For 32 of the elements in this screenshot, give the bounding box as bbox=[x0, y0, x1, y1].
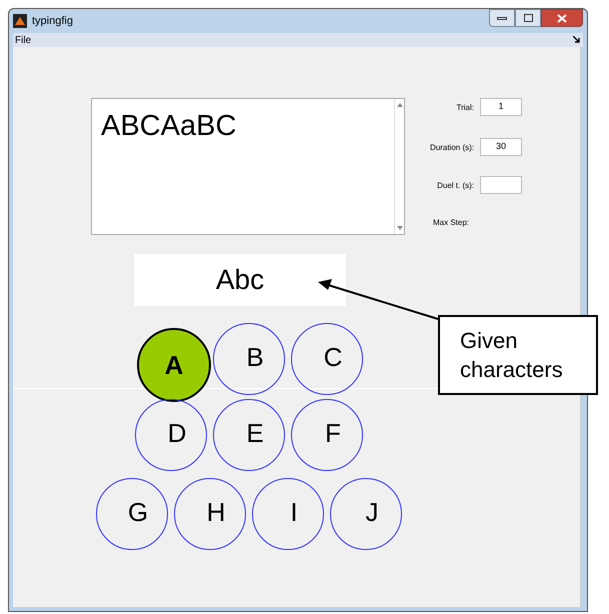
menu-item[interactable]: File bbox=[15, 32, 32, 48]
key-button[interactable]: G bbox=[96, 478, 168, 550]
key-button[interactable]: B bbox=[213, 323, 285, 395]
typed-text: ABCAaBC bbox=[100, 109, 238, 144]
key-button[interactable]: A bbox=[137, 328, 211, 402]
callout-text: Given characters bbox=[460, 327, 564, 384]
input-field[interactable]: 1 bbox=[480, 98, 522, 116]
maximize-button[interactable] bbox=[515, 9, 541, 27]
key-button[interactable]: F bbox=[291, 399, 363, 471]
given-text: Abc bbox=[216, 263, 264, 297]
max-step-label: Max Step: bbox=[433, 217, 470, 229]
scroll-down-icon[interactable] bbox=[396, 226, 402, 230]
input-field[interactable] bbox=[480, 176, 522, 194]
key-button[interactable]: E bbox=[213, 399, 285, 471]
text-area[interactable]: ABCAaBC bbox=[91, 98, 405, 235]
window-title: typingfig bbox=[32, 14, 73, 29]
key-button[interactable]: I bbox=[252, 478, 324, 550]
scroll-up-icon[interactable] bbox=[396, 103, 402, 107]
close-button[interactable] bbox=[541, 9, 583, 27]
app-icon bbox=[13, 14, 27, 28]
scrollbar[interactable] bbox=[394, 99, 404, 234]
minimize-button[interactable] bbox=[489, 9, 515, 27]
field-label: Duration (s): bbox=[430, 142, 474, 154]
input-field[interactable]: 30 bbox=[480, 138, 522, 156]
key-button[interactable]: D bbox=[135, 399, 207, 471]
field-label: Duel t. (s): bbox=[437, 180, 474, 192]
field-label: Trial: bbox=[456, 102, 474, 114]
key-button[interactable]: C bbox=[291, 323, 363, 395]
key-button[interactable]: H bbox=[174, 478, 246, 550]
dock-arrow-icon bbox=[573, 36, 580, 43]
key-button[interactable]: J bbox=[330, 478, 402, 550]
close-icon bbox=[557, 14, 567, 22]
